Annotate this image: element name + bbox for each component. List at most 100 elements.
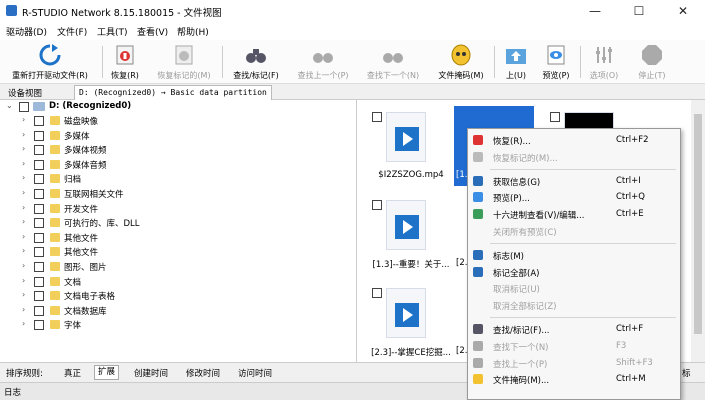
context-menu-item[interactable]: 查找下一个(N) F3 [469, 338, 679, 354]
tree-checkbox[interactable] [34, 262, 44, 272]
file-mask-button[interactable]: 文件掩码(M) [432, 42, 490, 84]
tree-item[interactable]: › 归档 [0, 172, 357, 186]
context-menu-item[interactable]: 预览(P)... Ctrl+Q [469, 189, 679, 205]
tree-item[interactable]: › 文档数据库 [0, 304, 357, 318]
reopen-drive-button[interactable]: 重新打开驱动文件(R) [2, 42, 98, 84]
scrollbar-thumb[interactable] [694, 114, 702, 334]
chevron-right-icon[interactable]: › [22, 188, 25, 197]
tree-item[interactable]: › 互联网相关文件 [0, 187, 357, 201]
chevron-right-icon[interactable]: › [22, 115, 25, 124]
file-item[interactable]: $I2ZSZOG.mp4 [366, 106, 456, 186]
tree-item[interactable]: › 字体 [0, 318, 357, 332]
tree-checkbox[interactable] [34, 305, 44, 316]
up-folder-icon [506, 49, 526, 64]
menu-file[interactable]: 文件(F) [57, 25, 87, 38]
tree-item[interactable]: › 可执行的、库、DLL [0, 216, 357, 230]
context-menu-item[interactable]: 十六进制查看(V)/编辑... Ctrl+E [469, 206, 679, 222]
stop-button[interactable]: 停止(T) [630, 42, 674, 84]
tree-checkbox[interactable] [34, 159, 44, 170]
chevron-right-icon[interactable]: › [22, 290, 25, 299]
context-menu-item[interactable]: 查找上一个(P) Shift+F3 [469, 355, 679, 371]
tree-item[interactable]: › 多媒体音频 [0, 158, 357, 172]
tree-item[interactable]: › 文档电子表格 [0, 289, 357, 303]
file-checkbox[interactable] [372, 200, 382, 210]
chevron-right-icon[interactable]: › [22, 276, 25, 285]
chevron-right-icon[interactable]: › [22, 232, 25, 241]
tree-item[interactable]: › 其他文件 [0, 231, 357, 245]
tree-checkbox[interactable] [19, 102, 29, 112]
chevron-right-icon[interactable]: › [22, 246, 25, 255]
file-checkbox[interactable] [372, 288, 382, 298]
tree-checkbox[interactable] [34, 232, 44, 243]
tree-checkbox[interactable] [34, 174, 44, 185]
context-menu-item[interactable]: 恢复标记的(M)... [469, 149, 679, 165]
context-menu-item[interactable]: 获取信息(G) Ctrl+I [469, 173, 679, 189]
sort-created[interactable]: 创建时间 [134, 367, 168, 379]
tree-item[interactable]: › 多媒体 [0, 129, 357, 143]
tree-item[interactable]: › 图形、图片 [0, 260, 357, 274]
chevron-right-icon[interactable]: › [22, 203, 25, 212]
chevron-right-icon[interactable]: › [22, 305, 25, 314]
sort-real[interactable]: 真正 [64, 367, 81, 379]
file-item[interactable]: [1.3]--重要！关于... [366, 194, 456, 274]
minimize-button[interactable]: — [573, 0, 617, 22]
tree-item[interactable]: › 磁盘映像 [0, 114, 357, 128]
chevron-down-icon[interactable]: ⌄ [6, 101, 13, 110]
tree-item[interactable]: › 多媒体视频 [0, 143, 357, 157]
vertical-scrollbar[interactable] [691, 100, 705, 362]
chevron-right-icon[interactable]: › [22, 144, 25, 153]
tree-checkbox[interactable] [34, 247, 44, 258]
chevron-right-icon[interactable]: › [22, 173, 25, 182]
tree-item[interactable]: › 其他文件 [0, 245, 357, 259]
menu-view[interactable]: 查看(V) [137, 25, 168, 38]
context-menu-item[interactable]: 文件掩码(M)... Ctrl+M [469, 371, 679, 387]
file-item[interactable]: [2.3]--掌握CE挖掘... [366, 282, 456, 362]
tree-checkbox[interactable] [34, 320, 44, 331]
find-mark-button[interactable]: 查找/标记(F) [226, 42, 286, 84]
context-menu-item[interactable]: 关闭所有预览(C) [469, 223, 679, 239]
chevron-right-icon[interactable]: › [22, 130, 25, 139]
context-menu-item[interactable]: 取消全部标记(Z) [469, 297, 679, 313]
chevron-right-icon[interactable]: › [22, 319, 25, 328]
sort-more[interactable]: 标 [682, 367, 691, 379]
sort-extension[interactable]: 扩展 [94, 365, 120, 380]
sort-modified[interactable]: 修改时间 [186, 367, 220, 379]
close-button[interactable]: ✕ [661, 0, 705, 22]
context-menu-item[interactable]: 取消标记(U) [469, 280, 679, 296]
file-checkbox[interactable] [550, 112, 560, 122]
context-menu-item[interactable]: 标志(M) [469, 247, 679, 263]
recover-button[interactable]: 恢复(R) [104, 42, 146, 84]
menu-tools[interactable]: 工具(T) [97, 25, 128, 38]
tree-checkbox[interactable] [34, 276, 44, 287]
preview-button[interactable]: 预览(P) [536, 42, 576, 84]
tree-checkbox[interactable] [34, 218, 44, 229]
find-next-button[interactable]: 查找下一个(N) [360, 42, 426, 84]
tree-checkbox[interactable] [34, 203, 44, 214]
find-prev-button[interactable]: 查找上一个(P) [290, 42, 356, 84]
tab-partition[interactable]: D: (Recognized0) → Basic data partition [74, 85, 272, 100]
sort-accessed[interactable]: 访问时间 [238, 367, 272, 379]
menu-drive[interactable]: 驱动器(D) [6, 25, 47, 38]
context-menu-item[interactable]: 查找/标记(F)... Ctrl+F [469, 321, 679, 337]
tree-checkbox[interactable] [34, 116, 44, 126]
chevron-right-icon[interactable]: › [22, 217, 25, 226]
options-button[interactable]: 选项(O) [584, 42, 624, 84]
chevron-right-icon[interactable]: › [22, 159, 25, 168]
context-menu-item[interactable]: 恢复(R)... Ctrl+F2 [469, 132, 679, 148]
tree-root[interactable]: ⌄ D: (Recognized0) [0, 100, 357, 114]
tree-checkbox[interactable] [34, 130, 44, 141]
recover-marked-button[interactable]: 恢复标记的(M) [150, 42, 218, 84]
tree-checkbox[interactable] [34, 291, 44, 302]
maximize-button[interactable]: ☐ [617, 0, 661, 22]
tree-item[interactable]: › 文档 [0, 275, 357, 289]
tree-checkbox[interactable] [34, 189, 44, 199]
chevron-right-icon[interactable]: › [22, 261, 25, 270]
tree-item[interactable]: › 开发文件 [0, 202, 357, 216]
context-menu-label: 查找/标记(F)... [493, 326, 550, 336]
menu-help[interactable]: 帮助(H) [177, 25, 209, 38]
tab-device-view[interactable]: 设备视图 [4, 85, 46, 100]
file-checkbox[interactable] [372, 112, 382, 122]
context-menu-item[interactable]: 标记全部(A) [469, 264, 679, 280]
up-button[interactable]: 上(U) [498, 42, 534, 84]
tree-checkbox[interactable] [34, 145, 44, 156]
